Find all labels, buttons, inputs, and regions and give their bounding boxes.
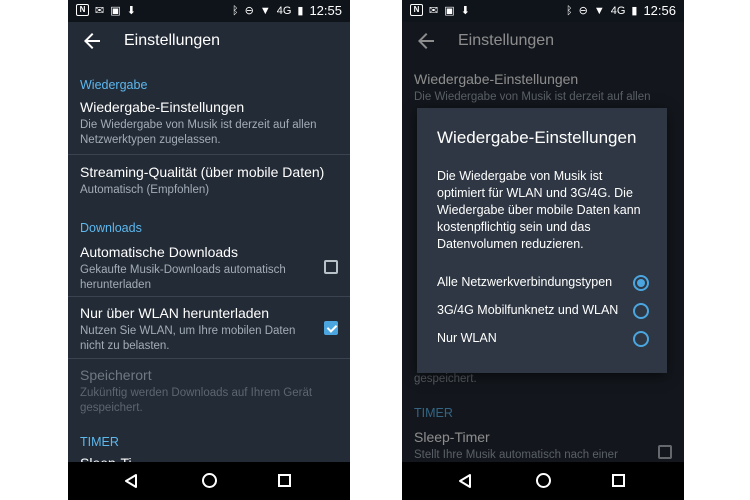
signal-4g-icon: 4G <box>276 5 292 17</box>
pref-streaming-quality[interactable]: Streaming-Qualität (über mobile Daten) A… <box>80 163 338 198</box>
wifi-only-checkbox[interactable] <box>324 321 338 335</box>
option-mobile-and-wifi[interactable]: 3G/4G Mobilfunknetz und WLAN <box>437 300 655 322</box>
phone-right-screen: N ✉ ▣ ⬇ ᛒ ⊖ ▼ 4G ▮ 12:56 Einstellungen W… <box>402 0 684 500</box>
navigation-bar <box>68 462 350 500</box>
radio-button[interactable] <box>633 303 649 319</box>
option-label: 3G/4G Mobilfunknetz und WLAN <box>437 303 619 317</box>
radio-button-selected[interactable] <box>633 275 649 291</box>
download-icon: ⬇ <box>126 5 136 17</box>
image-icon: ▣ <box>110 5 121 17</box>
wifi-icon: ▼ <box>259 5 271 17</box>
nav-recents-icon[interactable] <box>612 474 625 487</box>
nav-back-icon[interactable] <box>124 473 138 489</box>
divider <box>68 296 350 297</box>
auto-downloads-checkbox[interactable] <box>324 260 338 274</box>
option-label: Nur WLAN <box>437 331 497 345</box>
section-header-playback: Wiedergabe <box>80 78 148 92</box>
nav-home-icon[interactable] <box>536 473 551 488</box>
download-icon: ⬇ <box>460 5 470 17</box>
pref-summary: Nutzen Sie WLAN, um Ihre mobilen Daten n… <box>80 325 296 352</box>
do-not-disturb-icon: ⊖ <box>578 5 588 17</box>
navigation-bar <box>402 462 684 500</box>
nav-home-icon[interactable] <box>202 473 217 488</box>
pref-playback-settings[interactable]: Wiedergabe-Einstellungen Die Wiedergabe … <box>80 98 338 148</box>
section-header-downloads: Downloads <box>80 221 142 235</box>
divider <box>68 358 350 359</box>
option-label: Alle Netzwerkverbindungstypen <box>437 275 613 289</box>
do-not-disturb-icon: ⊖ <box>244 5 254 17</box>
option-all-networks[interactable]: Alle Netzwerkverbindungstypen <box>437 272 655 294</box>
gmail-icon: ✉ <box>95 5 105 17</box>
image-icon: ▣ <box>444 5 455 17</box>
toolbar: Einstellungen <box>68 22 350 64</box>
divider <box>68 154 350 155</box>
pref-wifi-only-download[interactable]: Nur über WLAN herunterladen Nutzen Sie W… <box>80 304 338 354</box>
phone-left-screen: N ✉ ▣ ⬇ ᛒ ⊖ ▼ 4G ▮ 12:55 Einstellungen W… <box>68 0 350 500</box>
section-header-timer: TIMER <box>80 435 119 449</box>
pref-summary: Die Wiedergabe von Musik ist derzeit auf… <box>80 119 317 146</box>
nav-back-icon[interactable] <box>458 473 472 489</box>
radio-button[interactable] <box>633 331 649 347</box>
dialog-title: Wiedergabe-Einstellungen <box>437 128 637 147</box>
pref-summary: Gekaufte Musik-Downloads automatisch her… <box>80 264 286 291</box>
dialog-message: Die Wiedergabe von Musik ist optimiert f… <box>437 169 641 251</box>
pref-sleep-timer[interactable]: Sleep-Ti <box>80 454 338 462</box>
notification-n-icon: N <box>410 4 423 16</box>
nav-recents-icon[interactable] <box>278 474 291 487</box>
pref-title: Wiedergabe-Einstellungen <box>80 99 245 115</box>
battery-icon: ▮ <box>297 5 304 17</box>
playback-settings-dialog: Wiedergabe-Einstellungen Die Wiedergabe … <box>417 108 667 373</box>
pref-storage-location: Speicherort Zukünftig werden Downloads a… <box>80 366 338 416</box>
pref-summary: Automatisch (Empfohlen) <box>80 184 210 196</box>
wifi-icon: ▼ <box>593 5 605 17</box>
pref-title: Speicherort <box>80 367 152 383</box>
settings-list: Wiedergabe Wiedergabe-Einstellungen Die … <box>68 64 350 462</box>
battery-icon: ▮ <box>631 5 638 17</box>
status-bar: N ✉ ▣ ⬇ ᛒ ⊖ ▼ 4G ▮ 12:55 <box>68 0 350 22</box>
pref-title: Nur über WLAN herunterladen <box>80 305 270 321</box>
status-time: 12:55 <box>309 3 342 18</box>
gmail-icon: ✉ <box>429 5 439 17</box>
back-arrow-icon[interactable] <box>80 29 104 53</box>
option-wifi-only[interactable]: Nur WLAN <box>437 328 655 350</box>
pref-title: Automatische Downloads <box>80 244 238 260</box>
bluetooth-icon: ᛒ <box>231 5 239 17</box>
page-title: Einstellungen <box>124 32 221 49</box>
bluetooth-icon: ᛒ <box>565 5 573 17</box>
pref-summary: Zukünftig werden Downloads auf Ihrem Ger… <box>80 387 313 414</box>
notification-n-icon: N <box>76 4 89 16</box>
status-bar: N ✉ ▣ ⬇ ᛒ ⊖ ▼ 4G ▮ 12:56 <box>402 0 684 22</box>
status-time: 12:56 <box>643 3 676 18</box>
pref-auto-downloads[interactable]: Automatische Downloads Gekaufte Musik-Do… <box>80 243 338 293</box>
pref-title: Streaming-Qualität (über mobile Daten) <box>80 164 325 180</box>
pref-title: Sleep-Ti <box>80 454 338 462</box>
signal-4g-icon: 4G <box>610 5 626 17</box>
